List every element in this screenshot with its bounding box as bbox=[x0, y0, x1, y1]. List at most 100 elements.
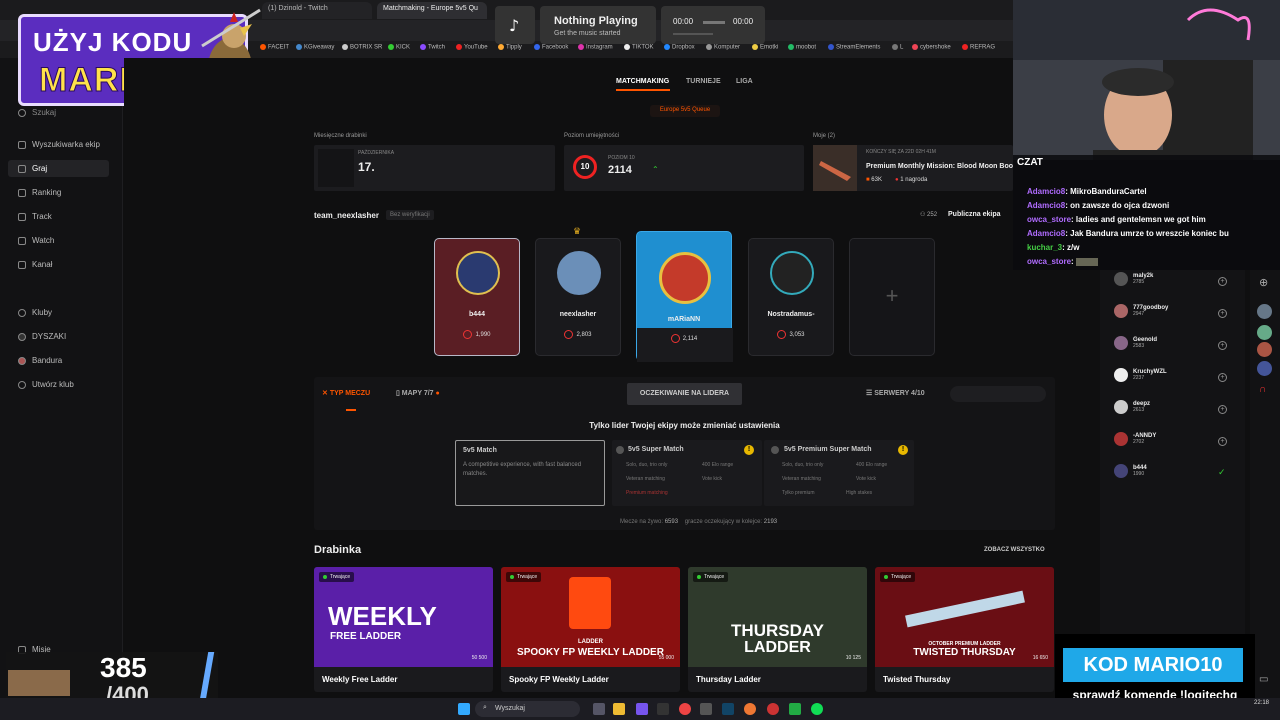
bookmark[interactable]: moobot bbox=[788, 44, 816, 51]
sidebar-item-team-search[interactable]: Wyszukiwarka ekip bbox=[18, 140, 100, 149]
sidebar-item-ranking[interactable]: Ranking bbox=[18, 188, 61, 197]
avatar bbox=[1114, 400, 1128, 414]
bookmark[interactable]: L bbox=[892, 44, 903, 51]
browser-tab[interactable]: (1) Dzinold - Twitch bbox=[262, 2, 372, 19]
webcam-feed-image bbox=[1013, 0, 1280, 160]
progress-bar bbox=[199, 652, 215, 700]
ladder-card[interactable]: Trwające THURSDAY LADDER 10 125 Thursday… bbox=[688, 567, 867, 692]
avatar[interactable] bbox=[1257, 304, 1272, 319]
avatar[interactable] bbox=[1257, 361, 1272, 376]
servers-selector[interactable]: ☰ SERWERY 4/10 bbox=[866, 389, 925, 397]
member-card-self[interactable]: mARiaNN 2,114 bbox=[636, 231, 733, 362]
ladder-card[interactable]: Trwające OCTOBER PREMIUM LADDER TWISTED … bbox=[875, 567, 1054, 692]
time-end: 00:00 bbox=[733, 17, 754, 26]
friend-row[interactable]: maly2k 2785 bbox=[1114, 272, 1153, 286]
app-icon[interactable] bbox=[789, 703, 801, 715]
find-match-button-disabled[interactable] bbox=[950, 386, 1046, 402]
bookmark[interactable]: TIKTOK bbox=[624, 44, 654, 51]
invite-icon[interactable]: + bbox=[1218, 309, 1227, 318]
bookmark[interactable]: REFRAG bbox=[962, 44, 995, 51]
invite-icon[interactable]: + bbox=[1218, 341, 1227, 350]
sidebar-item-watch[interactable]: Watch bbox=[18, 236, 54, 245]
sidebar-item-label: Wyszukiwarka ekip bbox=[32, 140, 100, 149]
mode-5v5-match[interactable]: 5v5 Match A competitive experience, with… bbox=[455, 440, 605, 506]
app-icon[interactable] bbox=[657, 703, 669, 715]
invite-icon[interactable]: + bbox=[1218, 405, 1227, 414]
privacy-setting[interactable]: Publiczna ekipa bbox=[948, 211, 1001, 218]
friend-row[interactable]: b444 1990 bbox=[1114, 464, 1147, 478]
headset-icon[interactable]: ∩ bbox=[1259, 384, 1266, 395]
media-timeline[interactable]: 00:00 00:00 bbox=[661, 6, 765, 44]
sidebar-item-bandura[interactable]: Bandura bbox=[18, 356, 62, 365]
friend-row[interactable]: Geenold 2583 bbox=[1114, 336, 1157, 350]
bookmark[interactable]: KGiveaway bbox=[296, 44, 334, 51]
ladder-card[interactable]: Trwające WEEKLY FREE LADDER 50 500 Weekl… bbox=[314, 567, 493, 692]
tab-tournaments[interactable]: TURNIEJE bbox=[686, 78, 721, 85]
friend-row[interactable]: -ANNDY 2702 bbox=[1114, 432, 1156, 446]
mode-5v5-super-match[interactable]: 5v5 Super Match ! Solo, duo, trio only 4… bbox=[612, 440, 762, 506]
friend-row[interactable]: 777goodboy 2947 bbox=[1114, 304, 1168, 318]
queue-selector[interactable]: Europe 5v5 Queue bbox=[650, 105, 720, 117]
chat-text: ladies and gentelemsn we got him bbox=[1075, 215, 1206, 224]
bookmark[interactable]: StreamElements bbox=[828, 44, 880, 51]
discord-icon[interactable] bbox=[636, 703, 648, 715]
add-friend-icon[interactable]: ⊕ bbox=[1259, 276, 1268, 289]
bookmark[interactable]: cybershoke bbox=[912, 44, 951, 51]
taskbar-search[interactable]: ⌕ Wyszukaj bbox=[475, 701, 580, 717]
chat-icon[interactable]: ▭ bbox=[1259, 674, 1268, 685]
sidebar-item-dyszaki[interactable]: DYSZAKI bbox=[18, 332, 66, 341]
member-card[interactable]: Nostradamus- 3,053 bbox=[748, 238, 834, 356]
avatar[interactable] bbox=[1257, 325, 1272, 340]
sidebar-item-track[interactable]: Track bbox=[18, 212, 52, 221]
bookmark[interactable]: YouTube bbox=[456, 44, 488, 51]
bookmark[interactable]: Dropbox bbox=[664, 44, 695, 51]
tab-match-type[interactable]: ✕ TYP MECZU bbox=[322, 389, 370, 397]
monthly-ladders-card[interactable]: PAŹDZIERNIKA 17. bbox=[314, 145, 555, 191]
bookmark[interactable]: Facebook bbox=[534, 44, 568, 51]
windows-start-icon[interactable] bbox=[458, 703, 470, 715]
skill-level-card[interactable]: 10 POZIOM 10 2114 ⌃ bbox=[564, 145, 804, 191]
invite-icon[interactable]: + bbox=[1218, 437, 1227, 446]
invite-icon[interactable]: + bbox=[1218, 277, 1227, 286]
tab-league[interactable]: LIGA bbox=[736, 78, 753, 85]
spotify-icon[interactable] bbox=[811, 703, 823, 715]
friend-row[interactable]: KruchyWZL 2237 bbox=[1114, 368, 1167, 382]
bookmark[interactable]: KICK bbox=[388, 44, 410, 51]
sidebar-item-label: Track bbox=[32, 212, 52, 221]
file-explorer-icon[interactable] bbox=[613, 703, 625, 715]
member-card[interactable]: b444 1,990 bbox=[434, 238, 520, 356]
waiting-for-leader-button[interactable]: OCZEKIWANIE NA LIDERA bbox=[627, 383, 742, 405]
browser-tab-active[interactable]: Matchmaking - Europe 5v5 Qu bbox=[377, 2, 487, 19]
bookmark[interactable]: Instagram bbox=[578, 44, 613, 51]
chrome-icon[interactable] bbox=[744, 703, 756, 715]
tab-matchmaking[interactable]: MATCHMAKING bbox=[616, 78, 669, 85]
bookmark[interactable]: BOTRIX SR bbox=[342, 44, 382, 51]
mission-card[interactable]: KOŃCZY SIĘ ZA 22D 02H 41M Premium Monthl… bbox=[813, 145, 1013, 191]
sidebar-item-channel[interactable]: Kanał bbox=[18, 260, 52, 269]
sidebar-item-play[interactable]: Graj bbox=[18, 164, 47, 173]
sidebar-search[interactable]: Szukaj bbox=[18, 108, 56, 117]
channel-icon bbox=[18, 260, 26, 269]
steam-icon[interactable] bbox=[722, 703, 734, 715]
see-all-link[interactable]: ZOBACZ WSZYSTKO bbox=[984, 547, 1045, 553]
sidebar-item-clubs[interactable]: Kluby bbox=[18, 308, 52, 317]
bookmark[interactable]: Emotki bbox=[752, 44, 778, 51]
chat-message: owca_store: bbox=[1027, 257, 1098, 266]
member-card[interactable]: neexlasher 2,803 bbox=[535, 238, 621, 356]
bookmark[interactable]: Twitch bbox=[420, 44, 445, 51]
invite-slot[interactable]: + bbox=[849, 238, 935, 356]
task-view-icon[interactable] bbox=[593, 703, 605, 715]
app-icon[interactable] bbox=[700, 703, 712, 715]
ladder-card[interactable]: Trwające LADDER SPOOKY FP WEEKLY LADDER … bbox=[501, 567, 680, 692]
bookmark[interactable]: Komputer bbox=[706, 44, 740, 51]
stream-chat-overlay: CZAT Adamcio8: MikroBanduraCartel Adamci… bbox=[1013, 155, 1280, 270]
bookmark[interactable]: Tipply bbox=[498, 44, 522, 51]
sidebar-item-create-club[interactable]: Utwórz klub bbox=[18, 380, 74, 389]
tab-maps[interactable]: ▯ MAPY 7/7 ● bbox=[396, 389, 440, 397]
avatar[interactable] bbox=[1257, 342, 1272, 357]
chrome-icon[interactable] bbox=[679, 703, 691, 715]
faceit-icon[interactable] bbox=[767, 703, 779, 715]
mode-5v5-premium-super-match[interactable]: 5v5 Premium Super Match ! Solo, duo, tri… bbox=[764, 440, 914, 506]
invite-icon[interactable]: + bbox=[1218, 373, 1227, 382]
friend-row[interactable]: deepz 2613 bbox=[1114, 400, 1150, 414]
